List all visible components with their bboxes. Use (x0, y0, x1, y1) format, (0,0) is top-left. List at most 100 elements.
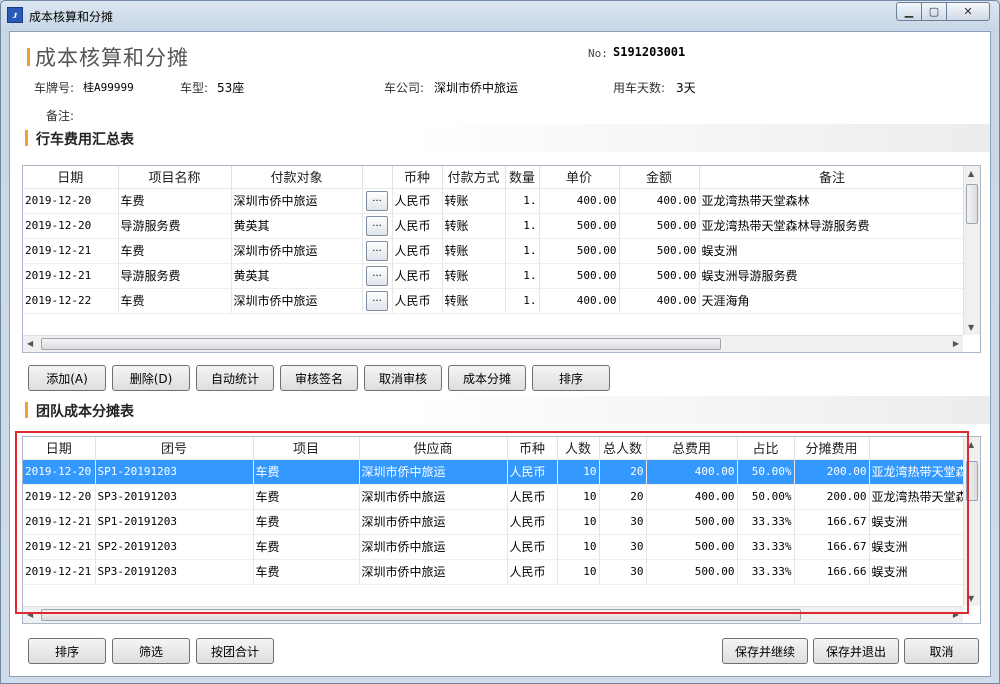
expense-hscroll-thumb[interactable] (41, 338, 721, 350)
expense-row[interactable]: 2019-12-20 导游服务费 黄英其... 人民币 转账 1. 500.00 500.00… (23, 213, 966, 239)
cell-remark[interactable]: 亚龙湾热带天堂森林导游服务费 (699, 213, 966, 239)
sort-button[interactable]: 排序 (532, 365, 610, 391)
cell-price[interactable]: 400.00 (539, 188, 620, 214)
payee-select-cell[interactable]: ... (362, 188, 393, 214)
cell-date[interactable]: 2019-12-22 (23, 288, 119, 314)
cell-item[interactable]: 导游服务费 (118, 263, 232, 289)
expense-row[interactable]: 2019-12-22 车费 深圳市侨中旅运... 人民币 转账 1. 400.00 400.0… (23, 288, 966, 314)
cell-currency[interactable]: 人民币 (392, 238, 443, 264)
save-exit-button[interactable]: 保存并退出 (813, 638, 899, 664)
cell-payee[interactable]: 深圳市侨中旅运 (231, 288, 363, 314)
cell-method[interactable]: 转账 (442, 213, 506, 239)
payee-select-cell[interactable]: ... (362, 288, 393, 314)
col-currency[interactable]: 币种 (392, 166, 443, 189)
cell-qty[interactable]: 1. (505, 213, 540, 239)
cell-price[interactable]: 500.00 (539, 238, 620, 264)
payee-select-button[interactable]: ... (366, 265, 388, 286)
cell-item[interactable]: 车费 (118, 238, 232, 264)
payee-select-button[interactable]: ... (366, 215, 388, 236)
scroll-down-icon[interactable]: ▼ (968, 323, 974, 332)
payee-select-cell[interactable]: ... (362, 238, 393, 264)
scroll-up-icon[interactable]: ▲ (968, 169, 974, 178)
cell-date[interactable]: 2019-12-20 (23, 188, 119, 214)
payee-select-button[interactable]: ... (366, 290, 388, 311)
expense-hscroll[interactable]: ◀ ▶ (23, 335, 963, 352)
col-date[interactable]: 日期 (23, 166, 119, 189)
review-sign-button[interactable]: 审核签名 (280, 365, 358, 391)
plate-label: 车牌号: (34, 81, 75, 95)
col-qty[interactable]: 数量 (505, 166, 540, 189)
cell-currency[interactable]: 人民币 (392, 263, 443, 289)
cell-amount[interactable]: 500.00 (619, 213, 700, 239)
save-continue-button[interactable]: 保存并继续 (722, 638, 808, 664)
payee-select-button[interactable]: ... (366, 240, 388, 261)
payee-select-cell[interactable]: ... (362, 213, 393, 239)
cell-qty[interactable]: 1. (505, 288, 540, 314)
scroll-right-icon[interactable]: ▶ (953, 339, 959, 348)
cell-date[interactable]: 2019-12-20 (23, 213, 119, 239)
cell-currency[interactable]: 人民币 (392, 288, 443, 314)
footer-sort-button[interactable]: 排序 (28, 638, 106, 664)
title-accent-bar (27, 48, 30, 66)
cell-qty[interactable]: 1. (505, 263, 540, 289)
payee-select-cell[interactable]: ... (362, 263, 393, 289)
title-bar[interactable]: ᴊ 成本核算和分摊 ▁ ▢ ✕ (1, 1, 999, 29)
cancel-review-button[interactable]: 取消审核 (364, 365, 442, 391)
expense-row[interactable]: 2019-12-21 导游服务费 黄英其... 人民币 转账 1. 500.00 500.00… (23, 263, 966, 289)
cell-qty[interactable]: 1. (505, 238, 540, 264)
cell-remark[interactable]: 蜈支洲 (699, 238, 966, 264)
days-value: 3天 (676, 81, 696, 95)
cell-item[interactable]: 车费 (118, 288, 232, 314)
section-accent-bar (25, 130, 28, 146)
cancel-button[interactable]: 取消 (904, 638, 979, 664)
cell-currency[interactable]: 人民币 (392, 213, 443, 239)
cell-qty[interactable]: 1. (505, 188, 540, 214)
payee-select-button[interactable]: ... (366, 190, 388, 211)
cell-amount[interactable]: 400.00 (619, 188, 700, 214)
group-total-button[interactable]: 按团合计 (196, 638, 274, 664)
cell-item[interactable]: 车费 (118, 188, 232, 214)
col-item[interactable]: 项目名称 (118, 166, 232, 189)
cell-remark[interactable]: 天涯海角 (699, 288, 966, 314)
cell-date[interactable]: 2019-12-21 (23, 238, 119, 264)
cell-method[interactable]: 转账 (442, 238, 506, 264)
col-remark[interactable]: 备注 (699, 166, 966, 189)
expense-vscroll-thumb[interactable] (966, 184, 978, 224)
cell-payee[interactable]: 黄英其 (231, 213, 363, 239)
expense-row[interactable]: 2019-12-21 车费 深圳市侨中旅运... 人民币 转账 1. 500.00 500.0… (23, 238, 966, 264)
app-icon: ᴊ (7, 7, 23, 23)
cell-currency[interactable]: 人民币 (392, 188, 443, 214)
cell-payee[interactable]: 黄英其 (231, 263, 363, 289)
cell-amount[interactable]: 500.00 (619, 238, 700, 264)
expense-grid[interactable]: 日期 项目名称 付款对象 币种 付款方式 数量 单价 金额 备注 2019-12… (22, 165, 981, 353)
auto-stat-button[interactable]: 自动统计 (196, 365, 274, 391)
col-amount[interactable]: 金额 (619, 166, 700, 189)
cell-method[interactable]: 转账 (442, 263, 506, 289)
cell-price[interactable]: 500.00 (539, 213, 620, 239)
cell-remark[interactable]: 蜈支洲导游服务费 (699, 263, 966, 289)
col-payee[interactable]: 付款对象 (231, 166, 363, 189)
expense-row[interactable]: 2019-12-20 车费 深圳市侨中旅运... 人民币 转账 1. 400.00 400.0… (23, 188, 966, 214)
delete-button[interactable]: 删除(D) (112, 365, 190, 391)
cell-price[interactable]: 500.00 (539, 263, 620, 289)
cell-payee[interactable]: 深圳市侨中旅运 (231, 238, 363, 264)
filter-button[interactable]: 筛选 (112, 638, 190, 664)
cell-date[interactable]: 2019-12-21 (23, 263, 119, 289)
col-price[interactable]: 单价 (539, 166, 620, 189)
cell-remark[interactable]: 亚龙湾热带天堂森林 (699, 188, 966, 214)
cell-item[interactable]: 导游服务费 (118, 213, 232, 239)
expense-vscroll[interactable]: ▲ ▼ (963, 166, 980, 335)
cell-amount[interactable]: 500.00 (619, 263, 700, 289)
add-button[interactable]: 添加(A) (28, 365, 106, 391)
cell-method[interactable]: 转账 (442, 188, 506, 214)
close-button[interactable]: ✕ (946, 2, 990, 21)
cost-allocate-button[interactable]: 成本分摊 (448, 365, 526, 391)
maximize-button[interactable]: ▢ (921, 2, 947, 21)
col-method[interactable]: 付款方式 (442, 166, 506, 189)
cell-method[interactable]: 转账 (442, 288, 506, 314)
cell-amount[interactable]: 400.00 (619, 288, 700, 314)
cell-payee[interactable]: 深圳市侨中旅运 (231, 188, 363, 214)
cell-price[interactable]: 400.00 (539, 288, 620, 314)
minimize-button[interactable]: ▁ (896, 2, 922, 21)
scroll-left-icon[interactable]: ◀ (27, 339, 33, 348)
